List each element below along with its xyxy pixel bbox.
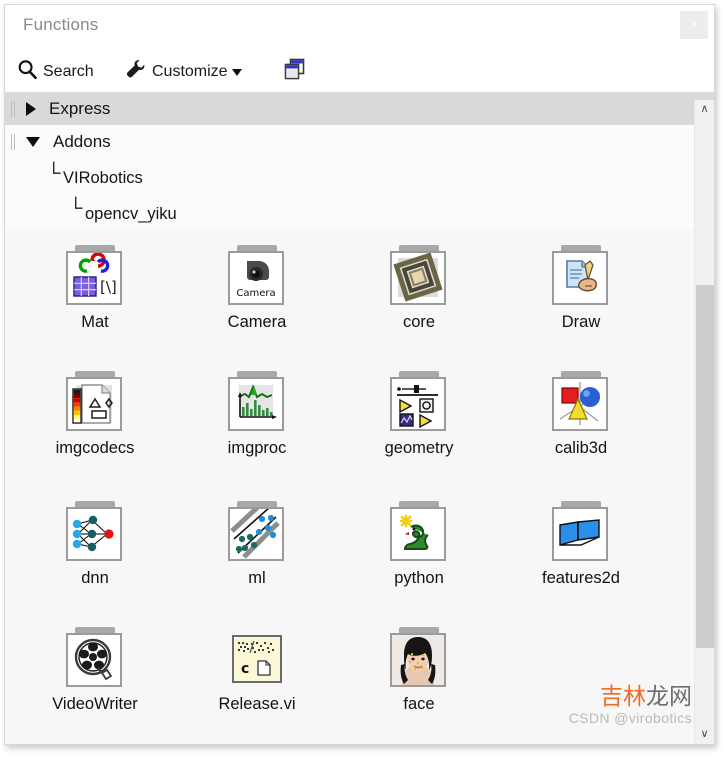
chevron-down-icon[interactable]: ∨ <box>695 725 714 744</box>
palette-label: geometry <box>384 439 454 457</box>
release-vi-icon: c <box>224 627 290 689</box>
palette-label: calib3d <box>554 439 608 457</box>
chevron-down-icon <box>231 68 242 76</box>
camera-icon: Camera <box>224 245 290 307</box>
svg-text:c: c <box>241 661 249 677</box>
palette-item-features2d[interactable]: features2d <box>506 501 656 588</box>
draw-hand-pen-icon <box>548 245 614 307</box>
tree-label-virobotics: VIRobotics <box>63 169 143 187</box>
tree-elbow-icon: └ <box>69 198 83 219</box>
film-reel-icon <box>62 627 128 689</box>
page-title: Functions <box>23 15 99 34</box>
palette-label: VideoWriter <box>52 695 138 713</box>
toolbar: Search Customize <box>5 51 714 92</box>
palette-item-geometry[interactable]: geometry <box>344 371 494 458</box>
customize-label: Customize <box>152 63 228 80</box>
svg-text:Camera: Camera <box>236 288 275 299</box>
scrollbar-thumb[interactable] <box>696 285 714 648</box>
palette-item-core[interactable]: core <box>344 245 494 332</box>
palette-item-calib3d[interactable]: calib3d <box>506 371 656 458</box>
triangle-right-icon[interactable] <box>26 101 36 116</box>
functions-palette-window: Functions × Search Customize Express Add… <box>4 4 715 745</box>
titlebar: Functions × <box>5 5 714 51</box>
palette-label: Draw <box>561 313 601 331</box>
close-icon[interactable]: × <box>680 11 708 39</box>
svg-text:[\]: [\] <box>100 278 117 296</box>
search-label: Search <box>43 63 94 80</box>
palette-item-camera[interactable]: Camera Camera <box>182 245 332 332</box>
calib3d-shapes-icon <box>548 371 614 433</box>
palette-item-ml[interactable]: ml <box>182 501 332 588</box>
imgproc-histogram-icon <box>224 371 290 433</box>
core-frame-icon <box>386 245 452 307</box>
vertical-scrollbar[interactable]: ∧ ∨ <box>694 100 714 744</box>
palette-icon-grid: [\] Mat Camera Camera core Draw imgcodec… <box>5 245 699 732</box>
palette-label: imgcodecs <box>55 439 135 457</box>
palette-item-face[interactable]: face <box>344 627 494 714</box>
palette-label: ml <box>248 569 266 587</box>
chevron-up-icon[interactable]: ∧ <box>695 100 714 119</box>
tree-elbow-icon: └ <box>47 163 61 184</box>
palette-item-python[interactable]: python <box>344 501 494 588</box>
search-magnifier-icon <box>17 59 38 85</box>
python-snake-icon <box>386 501 452 563</box>
features2d-planes-icon <box>548 501 614 563</box>
customize-button[interactable]: Customize <box>125 57 242 87</box>
dnn-network-icon <box>62 501 128 563</box>
wrench-icon <box>125 59 147 85</box>
restore-windows-icon <box>283 58 307 86</box>
sidebar-item-virobotics[interactable]: └ VIRobotics <box>5 158 714 194</box>
drag-grip-icon[interactable] <box>11 100 18 117</box>
palette-item-dnn[interactable]: dnn <box>20 501 170 588</box>
palette-label: face <box>403 695 435 713</box>
palette-label: Mat <box>81 313 109 331</box>
tree-label-express: Express <box>49 98 111 118</box>
ml-scatter-icon <box>224 501 290 563</box>
drag-grip-icon[interactable] <box>11 133 18 150</box>
sidebar-item-express[interactable]: Express <box>5 92 714 125</box>
sidebar-item-addons[interactable]: Addons <box>5 125 714 158</box>
triangle-down-icon[interactable] <box>26 136 40 147</box>
palette-label: features2d <box>542 569 620 587</box>
palette-label: python <box>394 569 444 587</box>
palette-item-release-vi[interactable]: c Release.vi <box>182 627 332 714</box>
tree-label-opencv-yiku: opencv_yiku <box>85 205 177 223</box>
palette-label: Release.vi <box>218 695 296 713</box>
palette-item-imgproc[interactable]: imgproc <box>182 371 332 458</box>
palette-item-draw[interactable]: Draw <box>506 245 656 332</box>
palette-label: Camera <box>227 313 287 331</box>
palette-label: imgproc <box>227 439 287 457</box>
palette-item-imgcodecs[interactable]: imgcodecs <box>20 371 170 458</box>
geometry-palette-icon <box>386 371 452 433</box>
palette-label: core <box>402 313 436 331</box>
palette-label: dnn <box>81 569 109 587</box>
sidebar-item-opencv-yiku[interactable]: └ opencv_yiku <box>5 194 714 230</box>
mat-matrix-icon: [\] <box>62 245 128 307</box>
restore-windows-button[interactable] <box>283 57 307 87</box>
search-button[interactable]: Search <box>17 57 94 87</box>
face-portrait-icon <box>386 627 452 689</box>
palette-item-videowriter[interactable]: VideoWriter <box>20 627 170 714</box>
tree-label-addons: Addons <box>53 131 111 151</box>
palette-item-mat[interactable]: [\] Mat <box>20 245 170 332</box>
palette-tree: Express Addons └ VIRobotics └ opencv_yik… <box>5 92 714 230</box>
imgcodecs-document-icon <box>62 371 128 433</box>
